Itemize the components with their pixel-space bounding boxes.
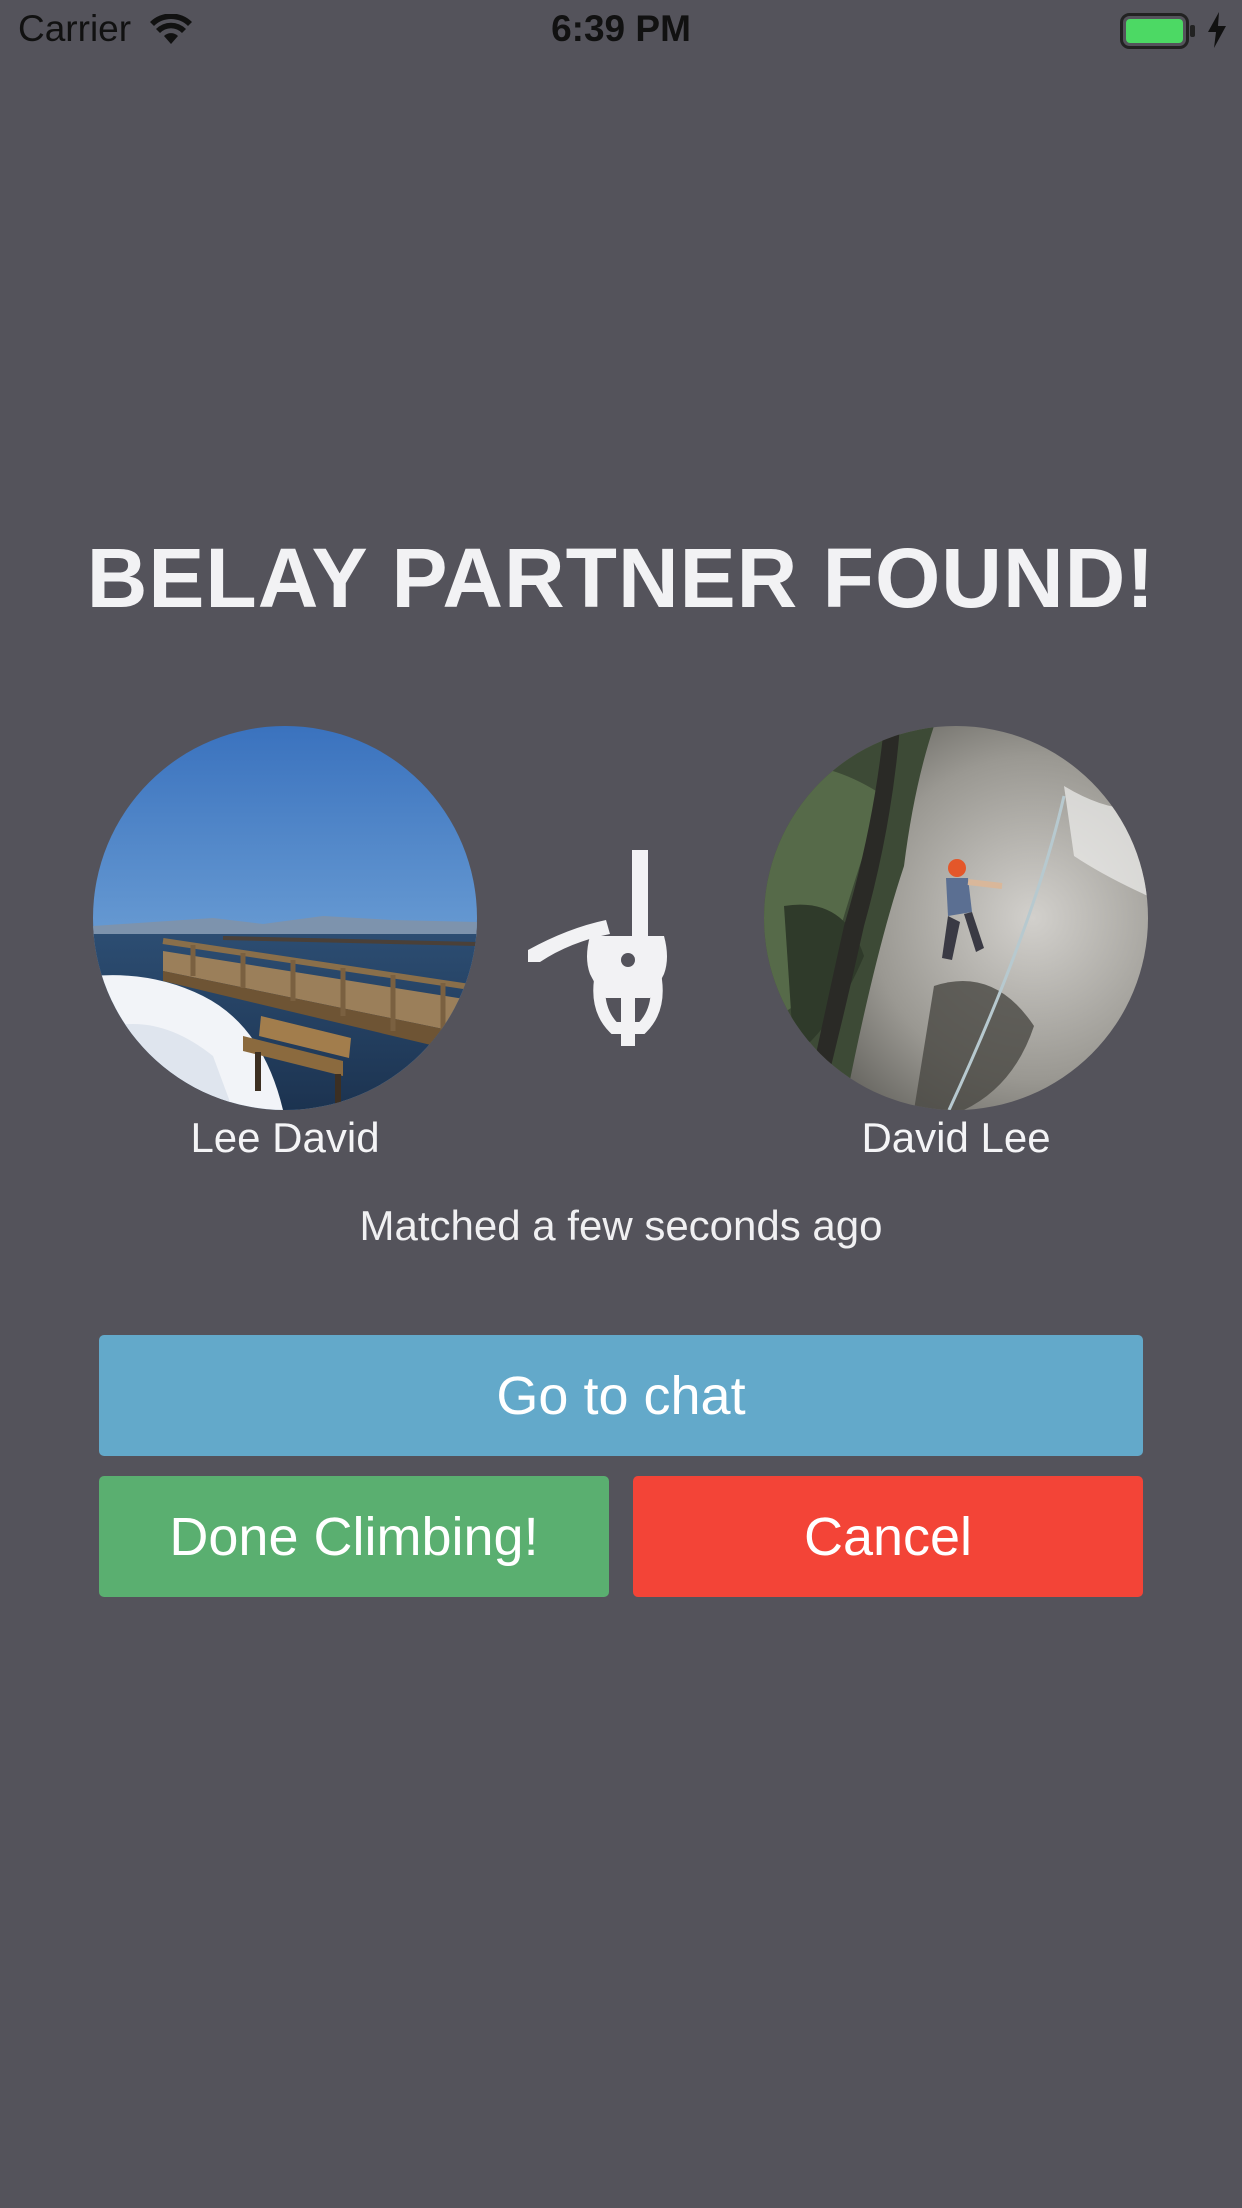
match-title: BELAY PARTNER FOUND! <box>86 531 1156 625</box>
cancel-label: Cancel <box>803 1506 973 1567</box>
done-climbing-label: Done Climbing! <box>169 1506 539 1567</box>
matched-timestamp: Matched a few seconds ago <box>359 1202 883 1249</box>
belay-device-icon <box>528 850 667 1046</box>
status-bar: Carrier 6:39 PM <box>0 0 1242 62</box>
right-user-name: David Lee <box>861 1114 1051 1161</box>
match-screen: Carrier 6:39 PM BELAY PARTNER FOUND! Lee… <box>0 0 1242 2208</box>
left-user-name: Lee David <box>190 1114 380 1161</box>
done-climbing-button[interactable]: Done Climbing! <box>99 1476 609 1597</box>
right-user-avatar[interactable] <box>764 726 1148 1110</box>
charging-icon <box>1208 12 1226 48</box>
clock: 6:39 PM <box>551 8 691 49</box>
battery-icon <box>1120 13 1195 49</box>
go-to-chat-label: Go to chat <box>496 1365 746 1426</box>
cancel-button[interactable]: Cancel <box>633 1476 1143 1597</box>
left-user-avatar[interactable] <box>93 726 477 1110</box>
go-to-chat-button[interactable]: Go to chat <box>99 1335 1143 1456</box>
